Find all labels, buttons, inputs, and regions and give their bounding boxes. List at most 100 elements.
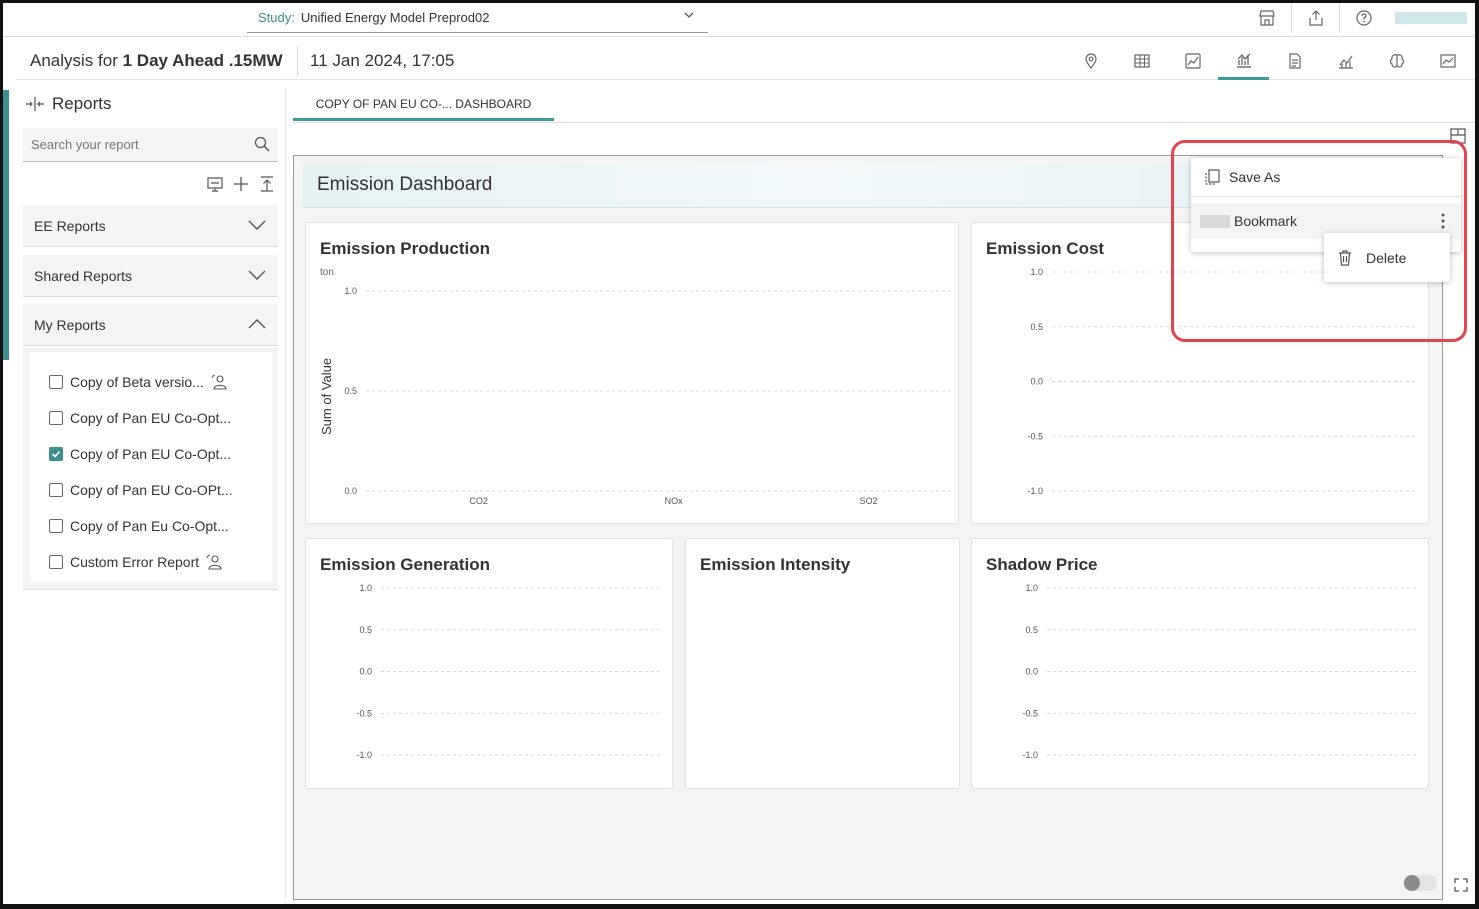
table-icon[interactable] bbox=[1116, 42, 1167, 80]
list-item[interactable]: Copy of Pan EU Co-OPt... bbox=[49, 480, 233, 500]
card-title: Emission Intensity bbox=[700, 555, 851, 574]
copy-icon bbox=[1205, 169, 1220, 185]
emission-intensity-card: Emission Intensity bbox=[685, 538, 960, 789]
y-tick-label: 0.5 bbox=[344, 386, 357, 396]
study-label: Study: bbox=[258, 10, 295, 25]
checkbox-checked[interactable] bbox=[49, 447, 63, 461]
y-tick-label: -0.5 bbox=[1027, 431, 1043, 441]
top-bar: Study: Unified Energy Model Preprod02 bbox=[3, 3, 1475, 37]
checkbox[interactable] bbox=[49, 483, 63, 497]
section-label: EE Reports bbox=[34, 217, 106, 234]
user-chip[interactable] bbox=[1395, 12, 1467, 24]
menu-divider bbox=[1191, 196, 1461, 197]
checkbox[interactable] bbox=[49, 375, 63, 389]
map-pin-icon[interactable] bbox=[1065, 42, 1116, 80]
emission-generation-card: Emission Generation 1.0 0.5 0.0 -0.5 -1.0 bbox=[305, 538, 673, 789]
y-tick-label: 0.5 bbox=[1030, 322, 1043, 332]
monitor-icon[interactable] bbox=[206, 175, 224, 193]
document-icon[interactable] bbox=[1269, 42, 1320, 80]
x-tick-label: NOx bbox=[665, 496, 684, 506]
help-icon[interactable] bbox=[1339, 3, 1387, 33]
x-tick-label: SO2 bbox=[860, 496, 878, 506]
report-search bbox=[23, 128, 278, 162]
bookmark-swatch bbox=[1200, 214, 1230, 228]
report-dashboard-icon[interactable] bbox=[1218, 42, 1269, 80]
layout-icon[interactable] bbox=[1450, 128, 1466, 144]
toggle-knob bbox=[1404, 875, 1420, 891]
line-chart-icon[interactable] bbox=[1320, 42, 1371, 80]
header-divider bbox=[297, 46, 298, 76]
chart-edit-icon[interactable] bbox=[1167, 42, 1218, 80]
sidebar-toolbar bbox=[206, 175, 276, 193]
add-icon[interactable] bbox=[232, 175, 250, 193]
checkbox[interactable] bbox=[49, 519, 63, 533]
report-label: Copy of Beta versio... bbox=[70, 374, 204, 390]
analysis-header: Analysis for 1 Day Ahead .15MW 11 Jan 20… bbox=[16, 42, 1475, 80]
section-label: Shared Reports bbox=[34, 267, 133, 284]
y-tick-label: 0.0 bbox=[344, 486, 357, 496]
emission-production-chart: ton Sum of Value 1.0 0.5 0.0 CO2 NOx SO2 bbox=[319, 267, 951, 506]
section-ee-reports[interactable]: EE Reports bbox=[23, 205, 278, 247]
share-icon[interactable] bbox=[1291, 3, 1339, 33]
y-tick-label: -0.5 bbox=[1022, 708, 1038, 718]
checkbox[interactable] bbox=[49, 555, 63, 569]
collapse-panel-icon[interactable] bbox=[24, 95, 46, 113]
chevron-down-icon bbox=[684, 12, 694, 18]
chevron-down-icon bbox=[248, 270, 266, 280]
emission-generation-chart: 1.0 0.5 0.0 -0.5 -1.0 bbox=[356, 583, 661, 760]
top-icon-group bbox=[1243, 3, 1475, 33]
view-switcher bbox=[1065, 42, 1473, 80]
search-input[interactable] bbox=[23, 128, 233, 160]
dashboard-tabs: COPY OF PAN EU CO-... DASHBOARD bbox=[293, 90, 1475, 123]
chart-plot: 1.0 0.5 0.0 -0.5 -1.0 bbox=[1022, 583, 1417, 760]
y-tick-label: -1.0 bbox=[356, 750, 372, 760]
store-icon[interactable] bbox=[1243, 3, 1291, 33]
chart-plot: 1.0 0.5 0.0 CO2 NOx SO2 bbox=[344, 286, 951, 506]
my-reports-list: Copy of Beta versio... Copy of Pan EU Co… bbox=[23, 348, 278, 590]
unit-label: ton bbox=[320, 267, 334, 278]
bookmark-label: Bookmark bbox=[1234, 213, 1298, 229]
list-item[interactable]: Copy of Pan EU Co-Opt... bbox=[49, 408, 231, 428]
list-item[interactable]: Copy of Pan EU Co-Opt... bbox=[49, 444, 231, 464]
y-tick-label: 0.5 bbox=[1025, 625, 1038, 635]
section-my-reports[interactable]: My Reports bbox=[23, 304, 278, 346]
image-chart-icon[interactable] bbox=[1422, 42, 1473, 80]
x-tick-label: CO2 bbox=[469, 496, 488, 506]
report-label: Copy of Pan EU Co-Opt... bbox=[70, 410, 232, 426]
sidebar-header: Reports bbox=[24, 94, 112, 114]
upload-icon[interactable] bbox=[258, 175, 276, 193]
analysis-name: 1 Day Ahead .15MW bbox=[122, 51, 283, 70]
y-tick-label: 0.0 bbox=[1030, 377, 1043, 387]
my-reports-inner: Copy of Beta versio... Copy of Pan EU Co… bbox=[30, 352, 272, 582]
chart-plot: 1.0 0.5 0.0 -0.5 -1.0 bbox=[1027, 267, 1417, 496]
search-icon[interactable] bbox=[254, 136, 270, 152]
save-as-button[interactable]: Save As bbox=[1203, 165, 1280, 189]
list-item[interactable]: Copy of Pan Eu Co-Opt... bbox=[49, 516, 229, 536]
toggle-switch[interactable] bbox=[1403, 875, 1437, 891]
brain-icon[interactable] bbox=[1371, 42, 1422, 80]
y-tick-label: 1.0 bbox=[1025, 583, 1038, 593]
section-shared-reports[interactable]: Shared Reports bbox=[23, 255, 278, 297]
y-axis-label: Sum of Value bbox=[319, 358, 334, 435]
study-value: Unified Energy Model Preprod02 bbox=[300, 10, 490, 25]
y-tick-label: 0.0 bbox=[359, 667, 372, 677]
chevron-down-icon bbox=[248, 220, 266, 230]
fullscreen-icon[interactable] bbox=[1454, 878, 1468, 892]
left-accent-strip bbox=[3, 90, 9, 360]
report-label: Custom Error Report bbox=[70, 554, 200, 570]
tab-dashboard[interactable]: COPY OF PAN EU CO-... DASHBOARD bbox=[293, 90, 554, 121]
sidebar-title: Reports bbox=[52, 94, 112, 113]
reports-sidebar: Reports EE Reports Shared Reports My Rep… bbox=[16, 88, 286, 898]
check-icon bbox=[51, 450, 61, 458]
shared-user-icon bbox=[211, 374, 227, 390]
analysis-prefix: Analysis for bbox=[30, 51, 118, 70]
more-vertical-icon[interactable] bbox=[1441, 213, 1445, 229]
study-selector[interactable]: Study: Unified Energy Model Preprod02 bbox=[247, 3, 708, 33]
report-label: Copy of Pan EU Co-Opt... bbox=[70, 446, 232, 462]
list-item[interactable]: Copy of Beta versio... bbox=[49, 372, 228, 392]
delete-button[interactable]: Delete bbox=[1324, 233, 1450, 282]
analysis-title: Analysis for 1 Day Ahead .15MW bbox=[30, 51, 283, 71]
checkbox[interactable] bbox=[49, 411, 63, 425]
section-label: My Reports bbox=[34, 316, 106, 333]
list-item[interactable]: Custom Error Report bbox=[49, 552, 223, 572]
